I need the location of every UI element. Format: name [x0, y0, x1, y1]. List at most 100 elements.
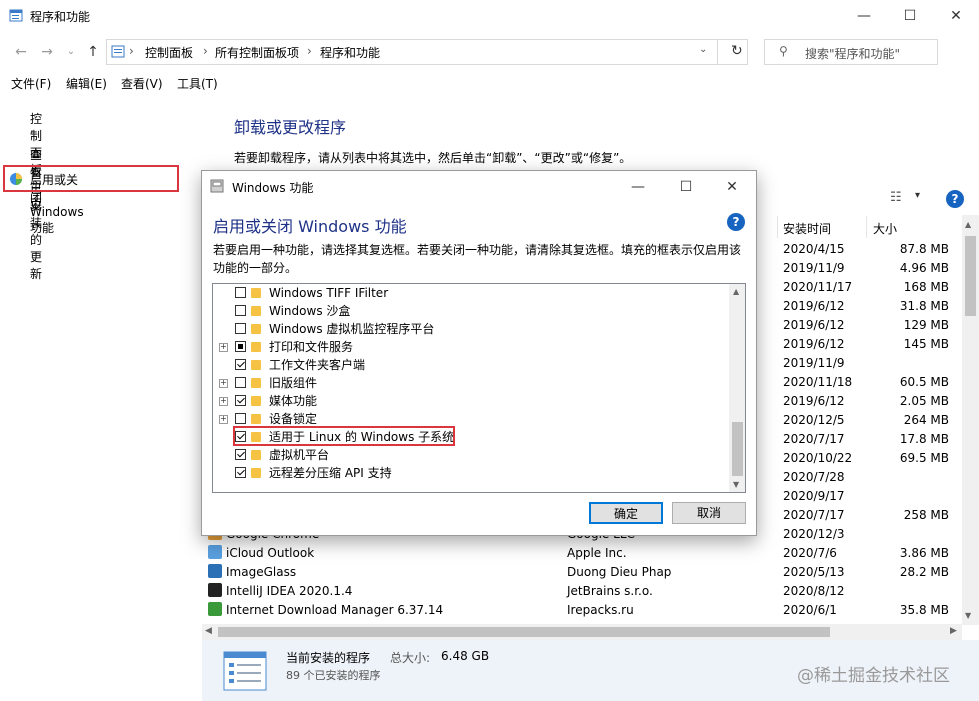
- close-button[interactable]: ✕: [933, 0, 979, 32]
- feature-checkbox[interactable]: [235, 287, 246, 298]
- program-size: 168 MB: [903, 280, 949, 294]
- scroll-down-icon[interactable]: ▼: [965, 611, 971, 620]
- feature-checkbox[interactable]: [235, 467, 246, 478]
- program-size: [880, 354, 949, 373]
- expand-icon[interactable]: +: [219, 379, 228, 388]
- folder-icon: [251, 306, 261, 316]
- table-row[interactable]: iCloud Outlook Apple Inc.: [208, 544, 768, 563]
- column-divider: [777, 216, 778, 238]
- dialog-minimize-button[interactable]: —: [618, 171, 658, 203]
- window-title: 程序和功能: [30, 10, 91, 24]
- breadcrumb-separator-icon: ›: [307, 44, 312, 58]
- size-column: 87.8 MB 4.96 MB 168 MB 31.8 MB 129 MB 145 MB 6…: [880, 240, 949, 620]
- feature-item[interactable]: 虚拟机平台: [213, 446, 713, 464]
- app-icon: [9, 8, 23, 22]
- vertical-scroll-thumb[interactable]: [965, 236, 976, 316]
- cancel-button[interactable]: 取消: [672, 502, 746, 524]
- feature-label: Windows 虚拟机监控程序平台: [269, 322, 435, 336]
- feature-item[interactable]: 工作文件夹客户端: [213, 356, 713, 374]
- feature-label: 旧版组件: [269, 376, 318, 390]
- arrow-left-icon: ←: [15, 44, 27, 60]
- address-bar[interactable]: › 控制面板 › 所有控制面板项 › 程序和功能 ⌄ ↻: [106, 39, 748, 65]
- install-date: 2020/7/6: [783, 546, 837, 560]
- dialog-maximize-button[interactable]: ☐: [666, 171, 706, 203]
- feature-item[interactable]: + 打印和文件服务: [213, 338, 713, 356]
- recent-button[interactable]: ⌄: [60, 42, 82, 62]
- forward-button[interactable]: →: [36, 42, 58, 62]
- feature-checkbox[interactable]: [235, 359, 246, 370]
- feature-item[interactable]: 远程差分压缩 API 支持: [213, 464, 713, 482]
- dialog-help-icon[interactable]: ?: [727, 213, 745, 231]
- table-row[interactable]: ImageGlass Duong Dieu Phap: [208, 563, 768, 582]
- scroll-up-icon[interactable]: ▲: [965, 220, 971, 229]
- feature-tree-scroll-thumb[interactable]: [732, 422, 743, 476]
- column-header-date[interactable]: 安装时间: [783, 220, 831, 237]
- install-date: 2020/12/3: [783, 527, 845, 541]
- arrow-up-icon: ↑: [87, 44, 99, 60]
- menu-view[interactable]: 查看(V): [121, 75, 163, 92]
- scroll-up-icon[interactable]: ▲: [733, 287, 739, 296]
- feature-checkbox[interactable]: [235, 395, 246, 406]
- folder-icon: [251, 324, 261, 334]
- feature-item[interactable]: + 媒体功能: [213, 392, 713, 410]
- expand-icon[interactable]: +: [219, 343, 228, 352]
- table-row[interactable]: Internet Download Manager 6.37.14 Irepack…: [208, 601, 768, 620]
- windows-features-dialog: Windows 功能 — ☐ ✕ 启用或关闭 Windows 功能 ? 若要启用…: [201, 170, 757, 536]
- scroll-right-icon[interactable]: ▶: [950, 626, 957, 636]
- install-date: 2020/4/15: [783, 242, 845, 256]
- feature-checkbox[interactable]: [235, 305, 246, 316]
- program-size: 2.05 MB: [899, 394, 949, 408]
- view-dropdown-icon[interactable]: ▾: [915, 190, 920, 201]
- search-icon: ⚲: [779, 44, 788, 58]
- ok-button[interactable]: 确定: [589, 502, 663, 524]
- feature-label: 打印和文件服务: [269, 340, 354, 354]
- program-size: 129 MB: [903, 318, 949, 332]
- feature-checkbox[interactable]: [235, 323, 246, 334]
- help-icon[interactable]: ?: [946, 190, 964, 208]
- install-date: 2020/11/17: [783, 280, 853, 294]
- dialog-close-button[interactable]: ✕: [712, 171, 752, 203]
- menu-bar: 文件(F) 编辑(E) 查看(V) 工具(T): [0, 72, 979, 94]
- program-size: 17.8 MB: [899, 432, 949, 446]
- breadcrumb-all-items[interactable]: 所有控制面板项: [215, 44, 299, 61]
- expand-icon[interactable]: +: [219, 397, 228, 406]
- column-header-size[interactable]: 大小: [873, 220, 897, 237]
- menu-file[interactable]: 文件(F): [11, 75, 51, 92]
- feature-item[interactable]: Windows 虚拟机监控程序平台: [213, 320, 713, 338]
- feature-checkbox[interactable]: [235, 449, 246, 460]
- program-publisher: JetBrains s.r.o.: [567, 584, 653, 598]
- feature-checkbox[interactable]: [235, 341, 246, 352]
- feature-item[interactable]: Windows 沙盒: [213, 302, 713, 320]
- feature-checkbox[interactable]: [235, 413, 246, 424]
- expand-icon[interactable]: +: [219, 415, 228, 424]
- maximize-button[interactable]: ☐: [887, 0, 933, 32]
- menu-edit[interactable]: 编辑(E): [66, 75, 107, 92]
- feature-item[interactable]: Windows TIFF IFilter: [213, 284, 713, 302]
- feature-checkbox[interactable]: [235, 377, 246, 388]
- program-size: 258 MB: [903, 508, 949, 522]
- folder-icon: [251, 342, 261, 352]
- program-publisher: Duong Dieu Phap: [567, 565, 672, 579]
- program-size: [880, 487, 949, 506]
- search-placeholder: 搜索"程序和功能": [805, 47, 901, 61]
- table-row[interactable]: IntelliJ IDEA 2020.1.4 JetBrains s.r.o.: [208, 582, 768, 601]
- arrow-right-icon: →: [41, 44, 53, 60]
- program-size: [880, 525, 949, 544]
- horizontal-scroll-thumb[interactable]: [218, 627, 830, 637]
- refresh-icon[interactable]: ↻: [731, 43, 743, 59]
- scroll-down-icon[interactable]: ▼: [733, 480, 739, 489]
- minimize-button[interactable]: —: [841, 0, 887, 32]
- view-options-icon[interactable]: ☷: [890, 190, 902, 205]
- breadcrumb-programs[interactable]: 程序和功能: [320, 44, 380, 61]
- folder-icon: [251, 414, 261, 424]
- up-button[interactable]: ↑: [82, 42, 104, 62]
- scroll-left-icon[interactable]: ◀: [205, 626, 212, 636]
- address-dropdown-icon[interactable]: ⌄: [699, 44, 707, 55]
- back-button[interactable]: ←: [10, 42, 32, 62]
- feature-item[interactable]: + 旧版组件: [213, 374, 713, 392]
- watermark: @稀土掘金技术社区: [797, 666, 950, 686]
- install-date: 2019/6/12: [783, 299, 845, 313]
- breadcrumb-control-panel[interactable]: 控制面板: [145, 44, 193, 61]
- search-input[interactable]: ⚲ 搜索"程序和功能": [764, 39, 938, 65]
- menu-tools[interactable]: 工具(T): [177, 75, 218, 92]
